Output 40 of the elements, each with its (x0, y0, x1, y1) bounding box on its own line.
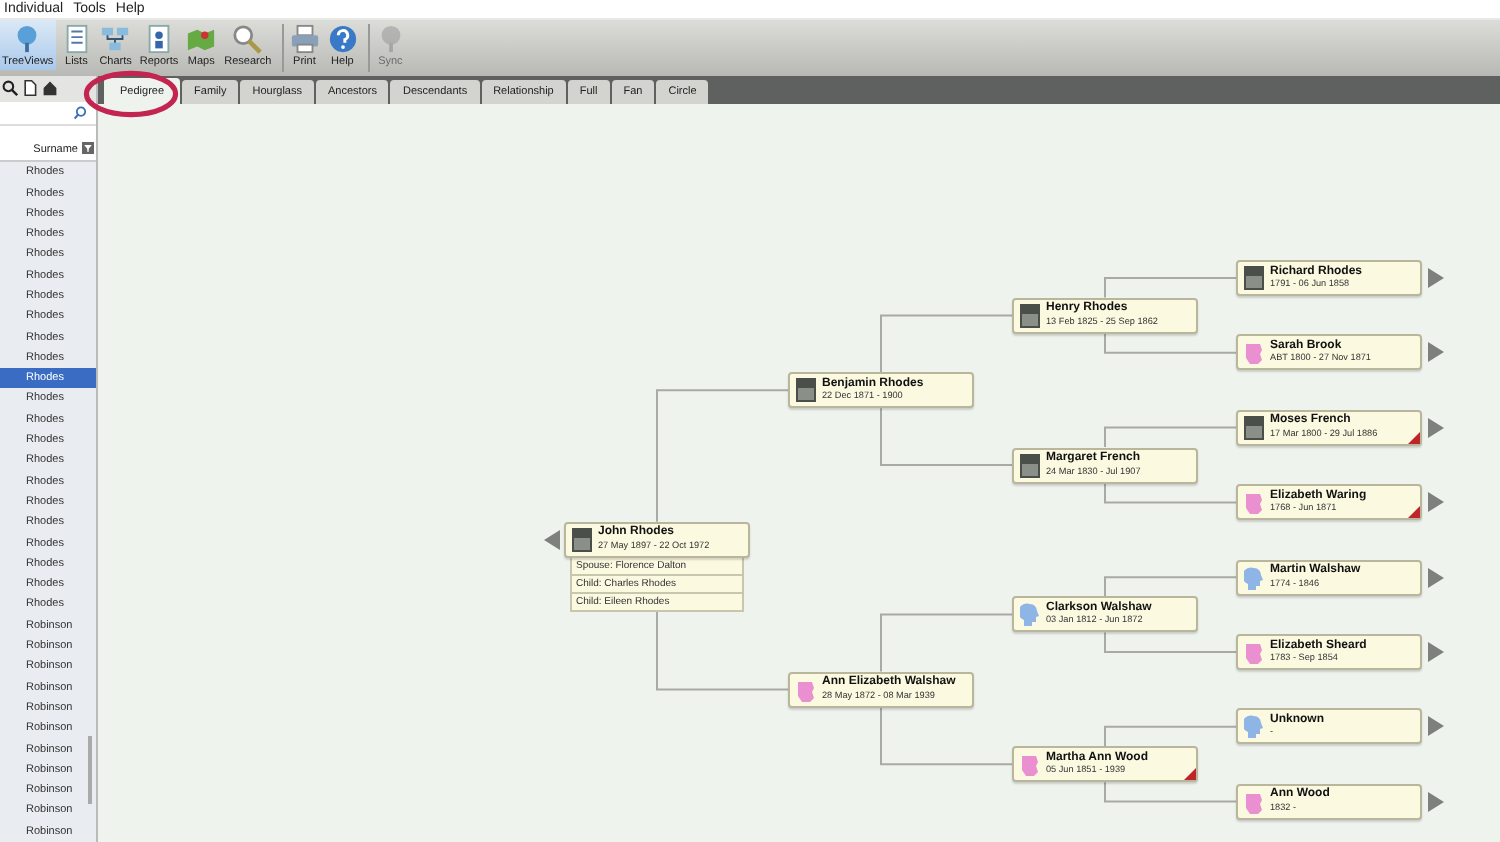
corner-flag-icon (1184, 768, 1196, 781)
document-icon[interactable] (22, 80, 38, 97)
connector-line (880, 407, 1013, 466)
connector-line (1104, 576, 1237, 598)
search-icon (74, 105, 88, 120)
filter-icon[interactable] (82, 142, 94, 155)
report-icon (144, 24, 175, 54)
connector-line (656, 610, 789, 691)
connector-line (1104, 725, 1237, 748)
connector-line (880, 613, 1013, 673)
expand-arrow-icon[interactable] (1428, 716, 1444, 737)
expand-arrow-icon[interactable] (1428, 268, 1444, 288)
corner-flag-icon (1408, 506, 1420, 519)
connector-line (880, 314, 1013, 374)
connector-line (656, 389, 789, 523)
printer-icon (289, 24, 320, 54)
corner-flag-icon (1408, 431, 1420, 444)
search-icon (232, 24, 263, 54)
scrollbar-thumb[interactable] (88, 736, 92, 805)
connector-line (1104, 781, 1237, 803)
connector-line (1104, 426, 1237, 448)
connector-line (1104, 332, 1237, 354)
expand-arrow-icon[interactable] (1428, 791, 1444, 812)
search-icon[interactable] (2, 80, 18, 97)
list-icon (61, 24, 92, 54)
connector-line (1104, 482, 1237, 504)
expand-arrow-icon[interactable] (1428, 642, 1444, 662)
connector-line (880, 706, 1013, 766)
expand-arrow-icon[interactable] (1428, 567, 1444, 588)
connector-line (1104, 631, 1237, 653)
connector-line (1104, 277, 1237, 299)
map-icon (186, 24, 217, 54)
expand-arrow-icon[interactable] (1428, 417, 1444, 438)
expand-arrow-icon[interactable] (1428, 342, 1444, 363)
search-field[interactable] (0, 101, 96, 126)
expand-arrow-icon[interactable] (544, 529, 560, 550)
expand-arrow-icon[interactable] (1428, 492, 1444, 513)
chart-icon (100, 24, 131, 54)
help-icon (327, 24, 358, 54)
home-icon[interactable] (42, 80, 58, 97)
